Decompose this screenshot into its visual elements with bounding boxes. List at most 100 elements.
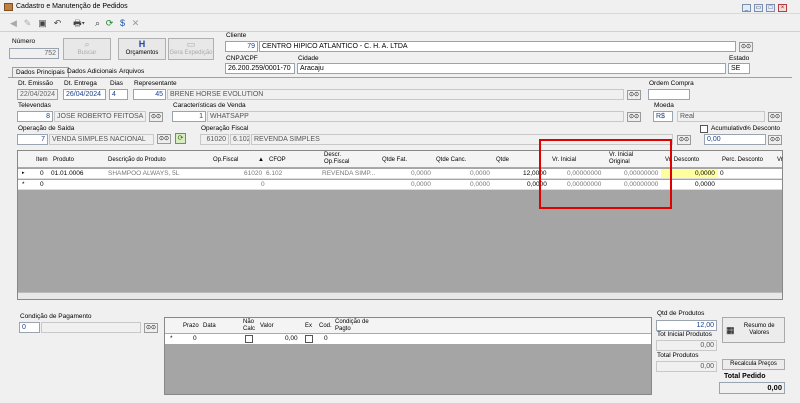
- close-button[interactable]: ×: [778, 4, 787, 12]
- cell-valor[interactable]: 0,00: [285, 335, 298, 342]
- col-nao-calc[interactable]: Não Calc: [243, 319, 257, 332]
- row-marker: *: [22, 181, 25, 188]
- col-cfop[interactable]: CFOP: [269, 157, 286, 164]
- delete-icon[interactable]: ✕: [130, 18, 141, 29]
- refresh-operacao-icon[interactable]: ⟳: [175, 133, 186, 144]
- estado-field[interactable]: SE: [728, 63, 750, 74]
- col-cod[interactable]: Cod.: [319, 323, 332, 330]
- recalcula-precos-button[interactable]: Recalcula Preços: [722, 359, 785, 370]
- cell-prazo[interactable]: 0: [193, 335, 197, 342]
- ordem-compra-label: Ordem Compra: [649, 80, 694, 87]
- col-prazo[interactable]: Prazo: [183, 323, 199, 330]
- col-descr-op-fiscal[interactable]: Descr. Op.Fiscal: [324, 152, 364, 165]
- moeda-lookup-icon[interactable]: ⊙⊙: [768, 112, 782, 122]
- col-descricao[interactable]: Descrição do Produto: [108, 157, 166, 164]
- maximize-button[interactable]: □: [766, 4, 775, 12]
- horizontal-scrollbar[interactable]: [18, 292, 782, 299]
- dias-field[interactable]: 4: [109, 89, 128, 100]
- televendas-code-field[interactable]: 8: [17, 111, 53, 122]
- ex-checkbox[interactable]: [305, 335, 313, 343]
- payment-grid[interactable]: Prazo Data Não Calc Valor Ex Cod. Condiç…: [164, 317, 652, 395]
- cell-descricao[interactable]: SHAMPOO ALWAYS, 5L: [108, 170, 179, 177]
- cell-qtde-canc[interactable]: 0,0000: [470, 170, 490, 177]
- dollar-icon[interactable]: $: [117, 18, 128, 29]
- cnpj-field[interactable]: 26.200.259/0001-70: [225, 63, 295, 74]
- table-row[interactable]: * 0 0,00 0: [165, 334, 651, 344]
- cell-qtde-canc[interactable]: 0,0000: [470, 181, 490, 188]
- cell-cfop[interactable]: 6.102: [266, 170, 282, 177]
- col-condicao-pagto[interactable]: Condição de Pagto: [335, 319, 375, 332]
- tab-dados-principais[interactable]: Dados Principais: [12, 67, 69, 77]
- representante-code-field[interactable]: 45: [133, 89, 166, 100]
- cliente-label: Cliente: [226, 32, 247, 39]
- operacao-saida-lookup-icon[interactable]: ⊙⊙: [157, 134, 171, 144]
- window-title: Cadastro e Manutenção de Pedidos: [16, 3, 128, 10]
- cell-item[interactable]: 0: [40, 170, 44, 177]
- dt-emissao-label: Dt. Emissão: [18, 80, 54, 87]
- refresh-icon[interactable]: ⟳: [104, 18, 115, 29]
- acumulativo-checkbox[interactable]: [700, 125, 708, 133]
- col-item[interactable]: Item: [36, 157, 48, 164]
- cliente-name-field[interactable]: CENTRO HIPICO ATLANTICO - C. H. A. LTDA: [259, 41, 736, 52]
- tab-arquivos[interactable]: Arquivos: [116, 67, 147, 77]
- numero-field[interactable]: 752: [9, 48, 59, 59]
- restore-button[interactable]: ▭: [754, 4, 763, 12]
- operacao-fiscal-lookup-icon[interactable]: ⊙⊙: [677, 135, 691, 145]
- minimize-button[interactable]: _: [742, 4, 751, 12]
- cell-vr-desconto[interactable]: 0,0000: [695, 170, 715, 177]
- resumo-valores-label: Resumo de Valores: [743, 323, 775, 336]
- televendas-name-field: JOSE ROBERTO FEITOSA: [54, 111, 146, 122]
- cell-item[interactable]: 0: [40, 181, 44, 188]
- edit-icon[interactable]: ✎: [22, 18, 33, 29]
- gera-expedicao-button[interactable]: ▭ Gera Expedição: [168, 38, 214, 60]
- cliente-code-field[interactable]: 79: [225, 41, 258, 52]
- resumo-valores-button[interactable]: ▦ Resumo de Valores: [722, 317, 785, 343]
- moeda-code-field[interactable]: R$: [653, 111, 673, 122]
- cell-op-fiscal[interactable]: 61020: [244, 170, 262, 177]
- cidade-field[interactable]: Aracaju: [297, 63, 726, 74]
- total-pedido-field: 0,00: [719, 382, 785, 394]
- col-qtde-fat[interactable]: Qtde Fat.: [382, 157, 407, 164]
- ordem-compra-field[interactable]: [648, 89, 690, 100]
- col-qtde-canc[interactable]: Qtde Canc.: [436, 157, 466, 164]
- print-icon[interactable]: 🖶▾: [70, 18, 88, 29]
- col-qtde[interactable]: Qtde: [496, 157, 509, 164]
- col-data[interactable]: Data: [203, 323, 216, 330]
- first-icon[interactable]: ◀: [8, 18, 19, 29]
- cliente-lookup-icon[interactable]: ⊙⊙: [739, 42, 753, 52]
- condicao-lookup-icon[interactable]: ⊙⊙: [144, 323, 158, 333]
- perc-desconto-field[interactable]: 0,00: [704, 134, 766, 145]
- perc-desconto-lookup-icon[interactable]: ⊙⊙: [768, 135, 782, 145]
- caracteristicas-lookup-icon[interactable]: ⊙⊙: [627, 112, 641, 122]
- televendas-lookup-icon[interactable]: ⊙⊙: [149, 112, 163, 122]
- cell-qtde-fat[interactable]: 0,0000: [411, 181, 431, 188]
- col-produto[interactable]: Produto: [53, 157, 74, 164]
- tab-dados-adicionais[interactable]: Dados Adicionais: [64, 67, 120, 77]
- dt-entrega-field[interactable]: 26/04/2024: [63, 89, 106, 100]
- save-icon[interactable]: ▣: [37, 18, 48, 29]
- cell-vr-desconto[interactable]: 0,0000: [695, 181, 715, 188]
- col-perc-desconto[interactable]: Perc. Desconto: [722, 157, 763, 164]
- buscar-button[interactable]: ⌕ Buscar: [63, 38, 111, 60]
- cell-cod[interactable]: 0: [324, 335, 328, 342]
- representante-lookup-icon[interactable]: ⊙⊙: [627, 90, 641, 100]
- col-vr[interactable]: Vr: [777, 157, 783, 164]
- cell-descr-op[interactable]: REVENDA SIMP...: [322, 170, 375, 177]
- qtd-produtos-field: 12,00: [656, 320, 717, 331]
- nao-calc-checkbox[interactable]: [245, 335, 253, 343]
- col-valor[interactable]: Valor: [260, 323, 274, 330]
- col-op-fiscal[interactable]: Op.Fiscal: [213, 157, 238, 164]
- undo-icon[interactable]: ↶: [52, 18, 63, 29]
- condicao-code-field[interactable]: 0: [19, 322, 40, 333]
- operacao-saida-code-field[interactable]: 7: [17, 134, 48, 145]
- dt-emissao-field[interactable]: 22/04/2024: [17, 89, 58, 100]
- orcamentos-icon: H: [138, 39, 146, 49]
- caracteristicas-code-field[interactable]: 1: [172, 111, 206, 122]
- cell-perc-desconto[interactable]: 0: [720, 170, 724, 177]
- orcamentos-button[interactable]: H Orçamentos: [118, 38, 166, 60]
- cell-op-fiscal[interactable]: 0: [261, 181, 265, 188]
- cell-qtde-fat[interactable]: 0,0000: [411, 170, 431, 177]
- col-ex[interactable]: Ex: [305, 323, 312, 330]
- cell-produto[interactable]: 01.01.0006: [51, 170, 84, 177]
- search-icon[interactable]: ⌕: [92, 18, 103, 29]
